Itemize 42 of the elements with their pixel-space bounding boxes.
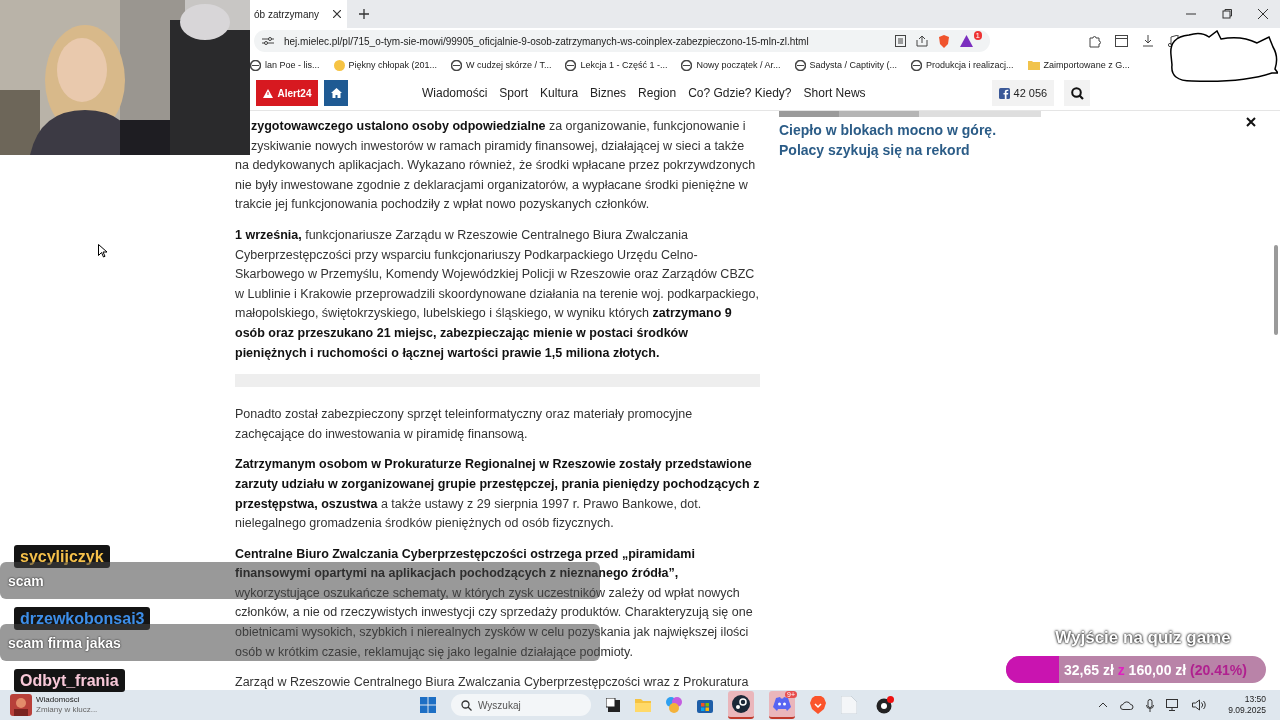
news-widget[interactable]: Wiadomości Zmiany w klucz... [0,694,420,716]
nav-link[interactable]: Sport [499,86,529,100]
nav-link[interactable]: Wiadomości [422,86,488,100]
article-paragraph: Zarząd w Rzeszowie Centralnego Biura Zwalczania Cyberprzestępczości wraz z Prokuratura [235,674,750,692]
bookmark[interactable]: Nowy początek / Ar... [681,59,781,71]
article-paragraph: 1 września, funkcjonariusze Zarządu w Rzeszowie Centralnego Biura Zwalczania Cyberprzestępczości przy wsparciu funkcjonariuszy Podkarpackiego Urzędu Celno-Skarbowego w Przemyślu, Komendy Wojewódzkiej Policji w Rzeszowie oraz Zarządów CBZC w Lublinie i Krakowie przeprowadzili skoordynowane działania na terenie woj. podkarpackiego, małopolskiego, świętokrzyskiego, lubelskiego i śląskiego, w wyniku których zatrzymano 9 osób oraz przeszukano 21 miejsc, zabezpieczając mienie w postaci środków pieniężnych i ruchomości o łącznej wartości prawie 1,5 miliona złotych. [235,226,760,362]
nav-link[interactable]: Kultura [540,86,579,100]
url-text: hej.mielec.pl/pl/715_o-tym-sie-mowi/99905_oficjalnie-9-osob-zatrzymanych-ws-coinplex-zabezpieczono-15-mln-zl.html [284,35,809,47]
nav-link[interactable]: Biznes [590,86,627,100]
notification-badge: 1 [973,31,982,40]
chat-username: sycylijczyk [14,545,110,568]
nav-link[interactable]: Region [638,86,677,100]
address-bar[interactable]: hej.mielec.pl/pl/715_o-tym-sie-mowi/99905_oficjalnie-9-osob-zatrzymanych-ws-coinplex-zabezpieczono-15-mln-zl.html 1 [254,30,990,52]
article-link[interactable]: Ciepło w blokach mocno w górę. Polacy szykują się na rekord [779,120,1041,160]
goal-separator: z [1117,661,1125,678]
chat-username: Odbyt_frania [14,669,125,692]
goal-current: 32,65 zł [1064,661,1114,678]
bookmark[interactable]: Sadysta / Captivity (... [794,59,898,71]
widget-text: Zmiany w klucz... [36,705,98,715]
widget-title: Wiadomości [36,695,81,705]
taskbar-search[interactable]: Wyszukaj [451,694,591,716]
goal-title: Wyjście na quiz game [1053,628,1232,648]
bookmark[interactable]: Lekcja 1 - Część 1 -... [565,59,668,71]
nav-link[interactable]: Short News [803,86,866,100]
nav-link[interactable]: Co? Gdzie? Kiedy? [688,86,792,100]
bookmark[interactable]: Piękny chłopak (201... [333,59,438,71]
goal-percent: (20.41%) [1190,661,1247,678]
alert-button[interactable]: Alert24 [256,80,318,106]
facebook-button[interactable]: 42 056 [991,80,1055,106]
bookmark[interactable]: Produkcja i realizacj... [911,59,1014,71]
taskbar-clock[interactable]: 13:50 9.09.2025 [1228,694,1266,716]
clock-time: 13:50 [1244,694,1266,705]
bookmark[interactable]: Zaimportowane z G... [1027,60,1130,70]
article-paragraph: Ponadto został zabezpieczony sprzęt teleinformatyczny oraz materiały promocyjne zachęcające do inwestowania w piramidę finansową. [235,406,694,443]
clock-date: 9.09.2025 [1228,705,1266,716]
goal-target: 160,00 zł [1128,661,1187,678]
browser-tab[interactable]: ób zatrzymany [250,0,348,28]
chat-username: drzewkobonsai3 [14,607,151,630]
bookmark[interactable]: lan Poe - lis... [250,59,320,71]
article-paragraph: Zatrzymanym osobom w Prokuraturze Regionalnej w Rzeszowie zostały przedstawione zarzuty udziału w zorganizowanej grupie przestępczej, prania pieniędzy pochodzących z przestępstwa, oszustwa a także ustawy z 29 sierpnia 1997 r. Prawo Bankowe, dot. nielegalnego gromadzenia środków pieniężnych od osób fizycznych. [235,456,760,533]
bookmark[interactable]: W cudzej skórze / T... [451,59,552,71]
article-paragraph: zygotowawczego ustalono osoby odpowiedzialne za organizowanie, funkcjonowanie i zyskiwanie nowych inwestorów w ramach piramidy finansowej, działającej w sieci a także na dedykowanych aplikacjach. Wykazano również, że środki wpłacane przez pokrzywdzonych nie były inwestowane zgodnie z deklaracjami organizatorów, a wypłacane środki pieniężne w trakcie jej funkcjonowania pochodziły z wpłat nowo pozyskanych członków. [235,118,757,214]
